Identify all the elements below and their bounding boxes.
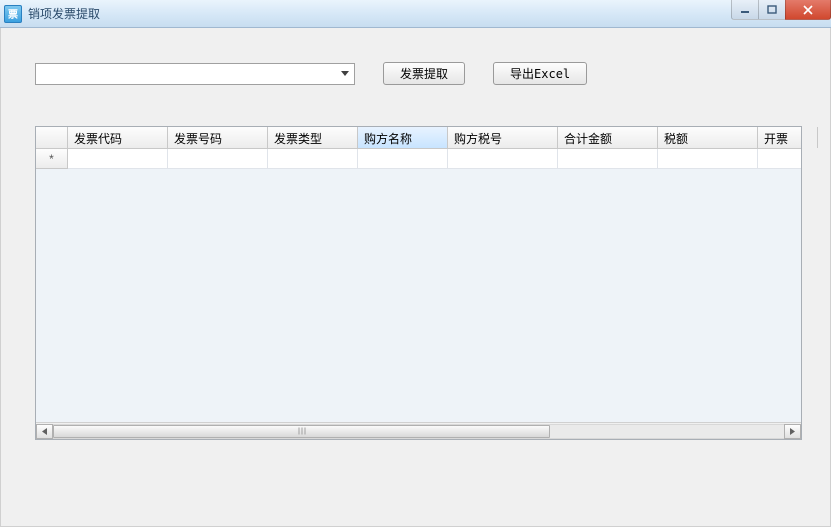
scroll-right-button[interactable] [784, 424, 801, 439]
export-excel-button[interactable]: 导出Excel [493, 62, 587, 85]
minimize-button[interactable] [731, 0, 759, 20]
toolbar: 发票提取 导出Excel [35, 62, 820, 85]
grid-body[interactable]: * [36, 149, 801, 422]
app-window: 票 销项发票提取 发票提取 导出E [0, 0, 831, 527]
column-header[interactable]: 开票 [758, 127, 818, 148]
filter-combobox[interactable] [35, 63, 355, 85]
grid-cell[interactable] [558, 149, 658, 169]
column-header[interactable]: 发票类型 [268, 127, 358, 148]
window-title: 销项发票提取 [28, 5, 100, 22]
grid-cell[interactable] [358, 149, 448, 169]
horizontal-scrollbar[interactable] [36, 422, 801, 439]
column-header[interactable]: 发票代码 [68, 127, 168, 148]
column-header[interactable]: 发票号码 [168, 127, 268, 148]
grid-cell[interactable] [658, 149, 758, 169]
close-button[interactable] [785, 0, 831, 20]
scroll-left-button[interactable] [36, 424, 53, 439]
grid-cell[interactable] [168, 149, 268, 169]
table-row[interactable]: * [36, 149, 801, 169]
app-icon: 票 [4, 5, 22, 23]
grid-cell[interactable] [68, 149, 168, 169]
chevron-down-icon[interactable] [336, 64, 354, 84]
window-controls [732, 0, 831, 20]
column-header[interactable]: 购方名称 [358, 127, 448, 148]
grid-cell[interactable] [448, 149, 558, 169]
column-header[interactable]: 合计金额 [558, 127, 658, 148]
grid-cell[interactable] [758, 149, 801, 169]
invoice-grid[interactable]: 发票代码发票号码发票类型购方名称购方税号合计金额税额开票 * [35, 126, 802, 440]
maximize-button[interactable] [758, 0, 786, 20]
titlebar[interactable]: 票 销项发票提取 [0, 0, 831, 28]
client-area: 发票提取 导出Excel 发票代码发票号码发票类型购方名称购方税号合计金额税额开… [0, 28, 831, 527]
scroll-track[interactable] [53, 424, 784, 439]
column-header[interactable]: 购方税号 [448, 127, 558, 148]
grid-header: 发票代码发票号码发票类型购方名称购方税号合计金额税额开票 [36, 127, 801, 149]
row-indicator: * [36, 149, 68, 169]
scroll-thumb[interactable] [53, 425, 550, 438]
grid-corner-cell[interactable] [36, 127, 68, 148]
column-header[interactable]: 税额 [658, 127, 758, 148]
grid-cell[interactable] [268, 149, 358, 169]
extract-invoice-button[interactable]: 发票提取 [383, 62, 465, 85]
